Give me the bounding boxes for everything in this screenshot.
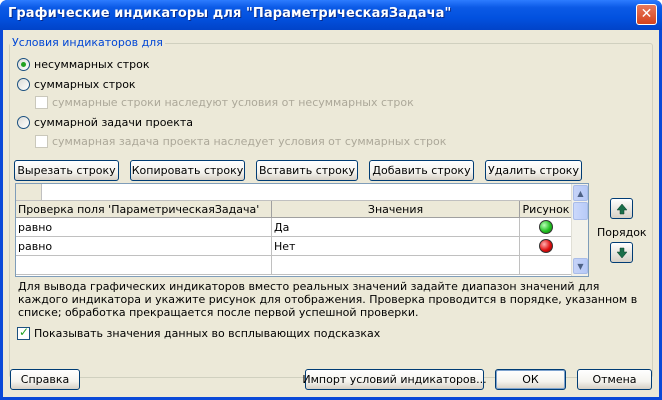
grid-corner (16, 184, 42, 201)
radio-summary[interactable]: суммарных строк (17, 76, 136, 92)
ok-button[interactable]: ОК (495, 369, 566, 390)
paste-row-button[interactable]: Вставить строку (256, 160, 358, 181)
checkbox-icon (35, 134, 48, 148)
arrow-up-icon (615, 203, 628, 214)
delete-row-button[interactable]: Удалить строку (485, 160, 582, 181)
conditions-grid: Проверка поля 'ПараметрическаяЗадача' Зн… (15, 183, 589, 277)
order-label: Порядок (597, 226, 647, 239)
green-circle-icon (539, 220, 553, 234)
add-row-button[interactable]: Добавить строку (369, 160, 474, 181)
window-title: Графические индикаторы для "Параметричес… (8, 6, 452, 21)
table-row-value-cell[interactable] (272, 256, 520, 275)
title-bar[interactable]: Графические индикаторы для "Параметричес… (0, 0, 662, 30)
copy-row-button[interactable]: Копировать строку (130, 160, 245, 181)
table-row-icon-cell[interactable] (520, 256, 573, 275)
checkbox-icon (35, 95, 48, 109)
column-header-value[interactable]: Значения (272, 201, 520, 218)
close-button[interactable]: ✕ (636, 4, 657, 25)
table-row-test-cell[interactable]: равно (16, 237, 272, 256)
radio-project-summary[interactable]: суммарной задачи проекта (17, 114, 193, 130)
radio-nonsummary[interactable]: несуммарных строк (17, 56, 150, 72)
scroll-thumb[interactable] (573, 202, 588, 220)
move-up-button[interactable] (610, 198, 633, 219)
table-row-value-cell[interactable]: Нет (272, 237, 520, 256)
close-icon: ✕ (640, 6, 653, 22)
move-down-button[interactable] (610, 242, 633, 263)
table-row-test-cell[interactable]: равно (16, 218, 272, 237)
grid-scrollbar[interactable]: ▲ ▼ (571, 184, 588, 276)
scroll-up-icon[interactable]: ▲ (573, 185, 588, 201)
cancel-button[interactable]: Отмена (577, 369, 652, 390)
help-text: Для вывода графических индикаторов вмест… (18, 280, 638, 319)
checkbox-label: Показывать значения данных во всплывающи… (34, 326, 381, 340)
checkbox-label: суммарные строки наследуют условия от не… (52, 95, 414, 109)
radio-label: суммарной задачи проекта (34, 115, 193, 129)
arrow-down-icon (615, 247, 628, 258)
radio-icon[interactable] (17, 77, 30, 91)
import-conditions-button[interactable]: Импорт условий индикаторов... (302, 369, 487, 390)
check-project-inherit: суммарная задача проекта наследует услов… (35, 133, 446, 149)
table-row-icon-cell[interactable] (520, 218, 573, 237)
checkbox-checked-icon[interactable] (17, 325, 30, 340)
table-row-test-cell[interactable] (16, 256, 272, 275)
radio-label: несуммарных строк (34, 57, 150, 71)
dialog-client: Условия индикаторов для несуммарных стро… (3, 30, 659, 397)
radio-icon[interactable] (17, 115, 30, 129)
radio-label: суммарных строк (34, 77, 136, 91)
column-header-icon[interactable]: Рисунок (520, 201, 573, 218)
check-summary-inherit: суммарные строки наследуют условия от не… (35, 94, 414, 110)
checkbox-label: суммарная задача проекта наследует услов… (52, 134, 447, 148)
cut-row-button[interactable]: Вырезать строку (14, 160, 119, 181)
grid-edit-field[interactable] (42, 184, 573, 201)
check-show-tooltips[interactable]: Показывать значения данных во всплывающи… (17, 325, 380, 341)
help-button[interactable]: Справка (10, 369, 80, 390)
dialog-window: Графические индикаторы для "Параметричес… (0, 0, 662, 400)
table-row-value-cell[interactable]: Да (272, 218, 520, 237)
table-row-icon-cell[interactable] (520, 237, 573, 256)
scroll-down-icon[interactable]: ▼ (573, 258, 588, 274)
radio-checked-icon[interactable] (17, 57, 30, 71)
red-circle-icon (539, 239, 553, 253)
column-header-test[interactable]: Проверка поля 'ПараметрическаяЗадача' (16, 201, 272, 218)
group-legend: Условия индикаторов для (10, 36, 165, 49)
